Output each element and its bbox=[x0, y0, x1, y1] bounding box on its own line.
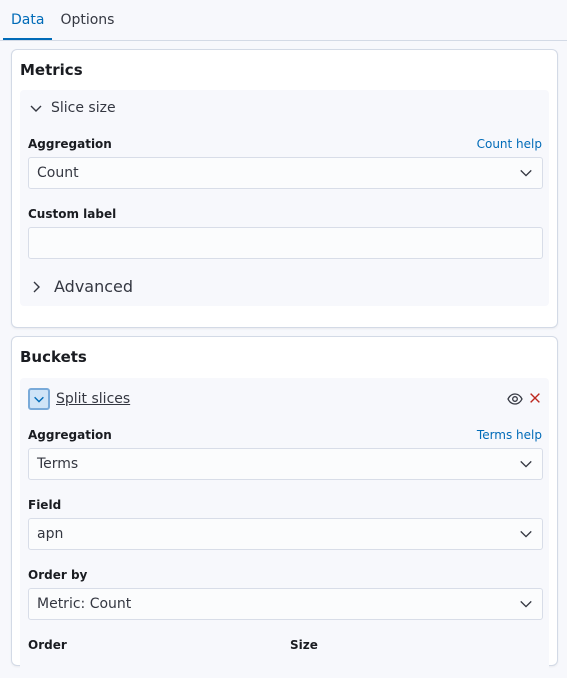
chevron-right-icon bbox=[33, 281, 40, 292]
bucket-aggregation-select[interactable]: Terms bbox=[28, 448, 543, 480]
arrow-down-icon bbox=[520, 460, 532, 468]
metrics-panel: Metrics Slice size Aggregation Count hel… bbox=[11, 49, 558, 328]
field-select[interactable]: apn bbox=[28, 518, 543, 550]
editor-tabs: Data Options bbox=[0, 0, 567, 41]
slice-size-accordion[interactable]: Slice size bbox=[28, 100, 116, 116]
chevron-down-icon bbox=[34, 396, 44, 403]
field-label: Field bbox=[28, 498, 62, 512]
eye-icon[interactable] bbox=[507, 391, 523, 407]
tab-options[interactable]: Options bbox=[52, 11, 122, 40]
arrow-down-icon bbox=[520, 169, 532, 177]
metrics-title: Metrics bbox=[20, 61, 83, 79]
split-slices-label[interactable]: Split slices bbox=[56, 391, 130, 407]
order-by-label: Order by bbox=[28, 568, 88, 582]
tab-data[interactable]: Data bbox=[3, 11, 53, 40]
metric-aggregation-select[interactable]: Count bbox=[28, 157, 543, 189]
split-slices-accordion[interactable]: Split slices bbox=[28, 388, 130, 410]
bucket-aggregation-value: Terms bbox=[37, 456, 79, 472]
advanced-toggle[interactable]: Advanced bbox=[28, 277, 133, 296]
field-value: apn bbox=[37, 526, 64, 542]
custom-label-label: Custom label bbox=[28, 207, 117, 221]
arrow-down-icon bbox=[520, 600, 532, 608]
metric-aggregation-value: Count bbox=[37, 165, 79, 181]
order-by-select[interactable]: Metric: Count bbox=[28, 588, 543, 620]
custom-label-input[interactable] bbox=[28, 227, 543, 259]
size-label: Size bbox=[290, 638, 318, 652]
buckets-panel: Buckets Split slices Aggregation Terms h… bbox=[11, 336, 558, 678]
count-help-link[interactable]: Count help bbox=[477, 137, 542, 151]
buckets-title: Buckets bbox=[20, 348, 87, 366]
bucket-aggregation-block: Split slices Aggregation Terms help Term… bbox=[20, 378, 549, 678]
slice-size-label: Slice size bbox=[51, 100, 116, 116]
advanced-label: Advanced bbox=[54, 277, 134, 296]
terms-help-link[interactable]: Terms help bbox=[477, 428, 542, 442]
arrow-down-icon bbox=[520, 530, 532, 538]
order-by-value: Metric: Count bbox=[37, 596, 132, 612]
metric-aggregation-label: Aggregation bbox=[28, 137, 112, 151]
chevron-down-icon bbox=[30, 105, 42, 112]
metric-aggregation-block: Slice size Aggregation Count help Count … bbox=[20, 90, 549, 306]
order-label: Order bbox=[28, 638, 67, 652]
collapse-toggle-button[interactable] bbox=[28, 388, 50, 410]
bucket-aggregation-label: Aggregation bbox=[28, 428, 112, 442]
cross-icon[interactable] bbox=[528, 391, 542, 405]
